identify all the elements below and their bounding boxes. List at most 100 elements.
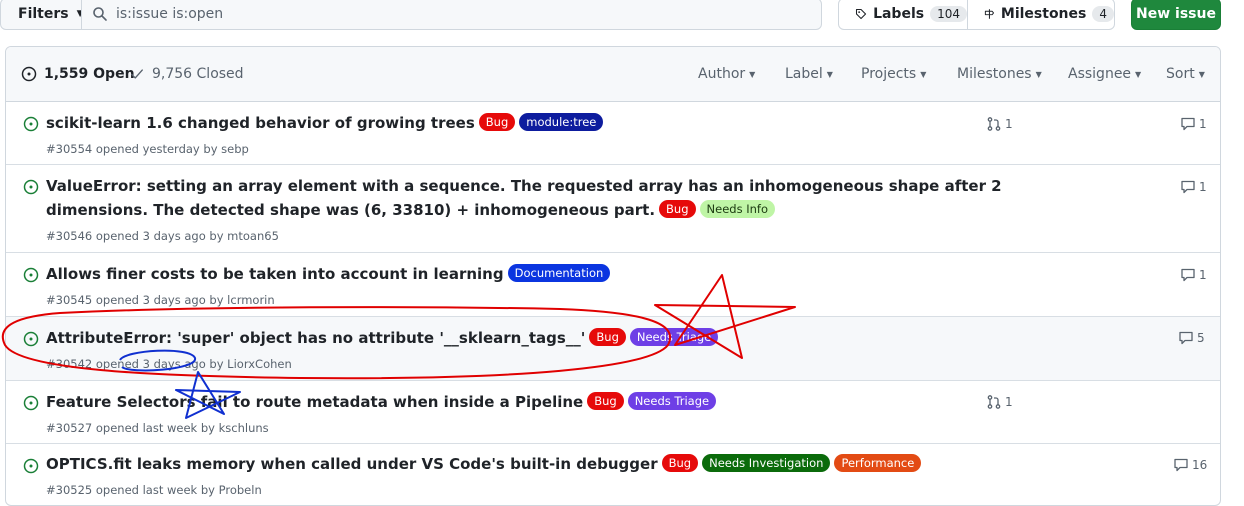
milestones-button[interactable]: Milestones 4 [967, 0, 1115, 30]
label-needs-info[interactable]: Needs Info [699, 200, 775, 218]
linked-prs-count: 1 [1005, 395, 1013, 409]
label-documentation[interactable]: Documentation [507, 264, 611, 282]
comments-link[interactable]: 1 [1180, 116, 1207, 132]
issue-title[interactable]: ValueError: setting an array element wit… [46, 174, 1002, 222]
comment-icon [1174, 458, 1188, 472]
label-filter[interactable]: Label ▼ [785, 66, 833, 82]
comments-count: 1 [1199, 180, 1207, 194]
sort-filter-label: Sort [1166, 66, 1195, 82]
issue-opened-icon [23, 179, 39, 195]
issue-opened-icon [23, 116, 39, 132]
open-issues-tab[interactable]: 1,559 Open [21, 66, 135, 82]
caret-down-icon: ▼ [920, 69, 927, 79]
projects-filter[interactable]: Projects ▼ [861, 66, 926, 82]
label-needs-triage[interactable]: Needs Triage [629, 328, 719, 346]
issue-opened-icon [23, 331, 39, 347]
issue-title[interactable]: Feature Selectors fail to route metadata… [46, 390, 717, 414]
issue-title[interactable]: Allows finer costs to be taken into acco… [46, 262, 611, 286]
issue-meta: #30554 opened yesterday by sebp [46, 142, 249, 156]
git-pull-request-icon [987, 395, 1001, 409]
comments-link[interactable]: 1 [1180, 179, 1207, 195]
filters-label: Filters [18, 6, 69, 22]
closed-count-label: 9,756 Closed [152, 66, 244, 82]
milestones-count: 4 [1092, 6, 1114, 22]
issue-meta: #30525 opened last week by Probeln [46, 483, 262, 497]
search-value: is:issue is:open [116, 6, 224, 22]
comments-count: 1 [1199, 268, 1207, 282]
issue-row[interactable]: AttributeError: 'super' object has no at… [6, 317, 1220, 381]
new-issue-label: New issue [1136, 6, 1216, 22]
label-needs-triage[interactable]: Needs Triage [627, 392, 717, 410]
comments-link[interactable]: 1 [1180, 267, 1207, 283]
issue-title[interactable]: OPTICS.fit leaks memory when called unde… [46, 452, 922, 476]
label-bug[interactable]: Bug [661, 454, 699, 472]
comment-icon [1181, 180, 1195, 194]
labels-label: Labels [873, 6, 925, 22]
issue-title-text: AttributeError: 'super' object has no at… [46, 329, 586, 347]
labels-count: 104 [930, 6, 967, 22]
caret-down-icon: ▼ [1135, 69, 1142, 79]
label-bug[interactable]: Bug [659, 200, 696, 218]
label-performance[interactable]: Performance [834, 454, 922, 472]
labels-button[interactable]: Labels 104 [838, 0, 968, 30]
new-issue-button[interactable]: New issue [1131, 0, 1221, 30]
issue-meta: #30527 opened last week by kschluns [46, 421, 269, 435]
issue-title[interactable]: AttributeError: 'super' object has no at… [46, 326, 719, 350]
linked-prs-count: 1 [1005, 117, 1013, 131]
milestone-icon [984, 9, 995, 19]
git-pull-request-icon [987, 117, 1001, 131]
label-filter-label: Label [785, 66, 823, 82]
issue-meta: #30546 opened 3 days ago by mtoan65 [46, 229, 279, 243]
comment-icon [1181, 268, 1195, 282]
comments-count: 1 [1199, 117, 1207, 131]
comments-count: 16 [1192, 458, 1208, 472]
issue-title-text: Allows finer costs to be taken into acco… [46, 265, 504, 283]
search-icon [93, 7, 107, 21]
milestones-filter[interactable]: Milestones ▼ [957, 66, 1042, 82]
issue-list: 1,559 Open 9,756 Closed Author ▼ Label ▼ P… [5, 46, 1221, 506]
projects-filter-label: Projects [861, 66, 917, 82]
issue-title-text: scikit-learn 1.6 changed behavior of gro… [46, 114, 475, 132]
comments-link[interactable]: 5 [1178, 330, 1205, 346]
label-bug[interactable]: Bug [587, 392, 624, 410]
issue-row[interactable]: Feature Selectors fail to route metadata… [6, 381, 1220, 444]
issue-title-text: OPTICS.fit leaks memory when called unde… [46, 455, 658, 473]
assignee-filter[interactable]: Assignee ▼ [1068, 66, 1141, 82]
sort-filter[interactable]: Sort ▼ [1166, 66, 1205, 82]
filters-button[interactable]: Filters ▼ [0, 0, 84, 30]
closed-issues-tab[interactable]: 9,756 Closed [130, 66, 244, 82]
label-needs-investigation[interactable]: Needs Investigation [702, 454, 831, 472]
issue-row[interactable]: scikit-learn 1.6 changed behavior of gro… [6, 102, 1220, 165]
caret-down-icon: ▼ [1198, 69, 1205, 79]
linked-pull-requests[interactable]: 1 [986, 116, 1013, 132]
comment-icon [1179, 331, 1193, 345]
author-filter-label: Author [698, 66, 746, 82]
comments-count: 5 [1197, 331, 1205, 345]
issue-title[interactable]: scikit-learn 1.6 changed behavior of gro… [46, 111, 604, 135]
issue-row[interactable]: OPTICS.fit leaks memory when called unde… [6, 444, 1220, 505]
issue-opened-icon [23, 395, 39, 411]
label-bug[interactable]: Bug [589, 328, 626, 346]
open-count-label: 1,559 Open [44, 66, 135, 82]
milestones-label: Milestones [1000, 6, 1087, 22]
search-input[interactable]: is:issue is:open [81, 0, 822, 30]
label-module-tree[interactable]: module:tree [519, 113, 604, 131]
issue-opened-icon [23, 458, 39, 474]
issue-opened-icon [23, 267, 39, 283]
issue-title-line-2: dimensions. The detected shape was (6, 3… [46, 201, 656, 219]
check-icon [131, 69, 143, 79]
comment-icon [1181, 117, 1195, 131]
author-filter[interactable]: Author ▼ [698, 66, 755, 82]
linked-pull-requests[interactable]: 1 [986, 394, 1013, 410]
milestones-filter-label: Milestones [957, 66, 1032, 82]
caret-down-icon: ▼ [749, 69, 756, 79]
label-bug[interactable]: Bug [478, 113, 516, 131]
issue-list-header: 1,559 Open 9,756 Closed Author ▼ Label ▼ P… [6, 47, 1220, 102]
issue-meta: #30545 opened 3 days ago by lcrmorin [46, 293, 275, 307]
issue-row[interactable]: Allows finer costs to be taken into acco… [6, 253, 1220, 317]
issue-row[interactable]: ValueError: setting an array element wit… [6, 165, 1220, 253]
comments-link[interactable]: 16 [1173, 457, 1207, 473]
issue-title-text: Feature Selectors fail to route metadata… [46, 393, 584, 411]
issue-meta: #30542 opened 3 days ago by LiorxCohen [46, 357, 292, 371]
caret-down-icon: ▼ [1035, 69, 1042, 79]
